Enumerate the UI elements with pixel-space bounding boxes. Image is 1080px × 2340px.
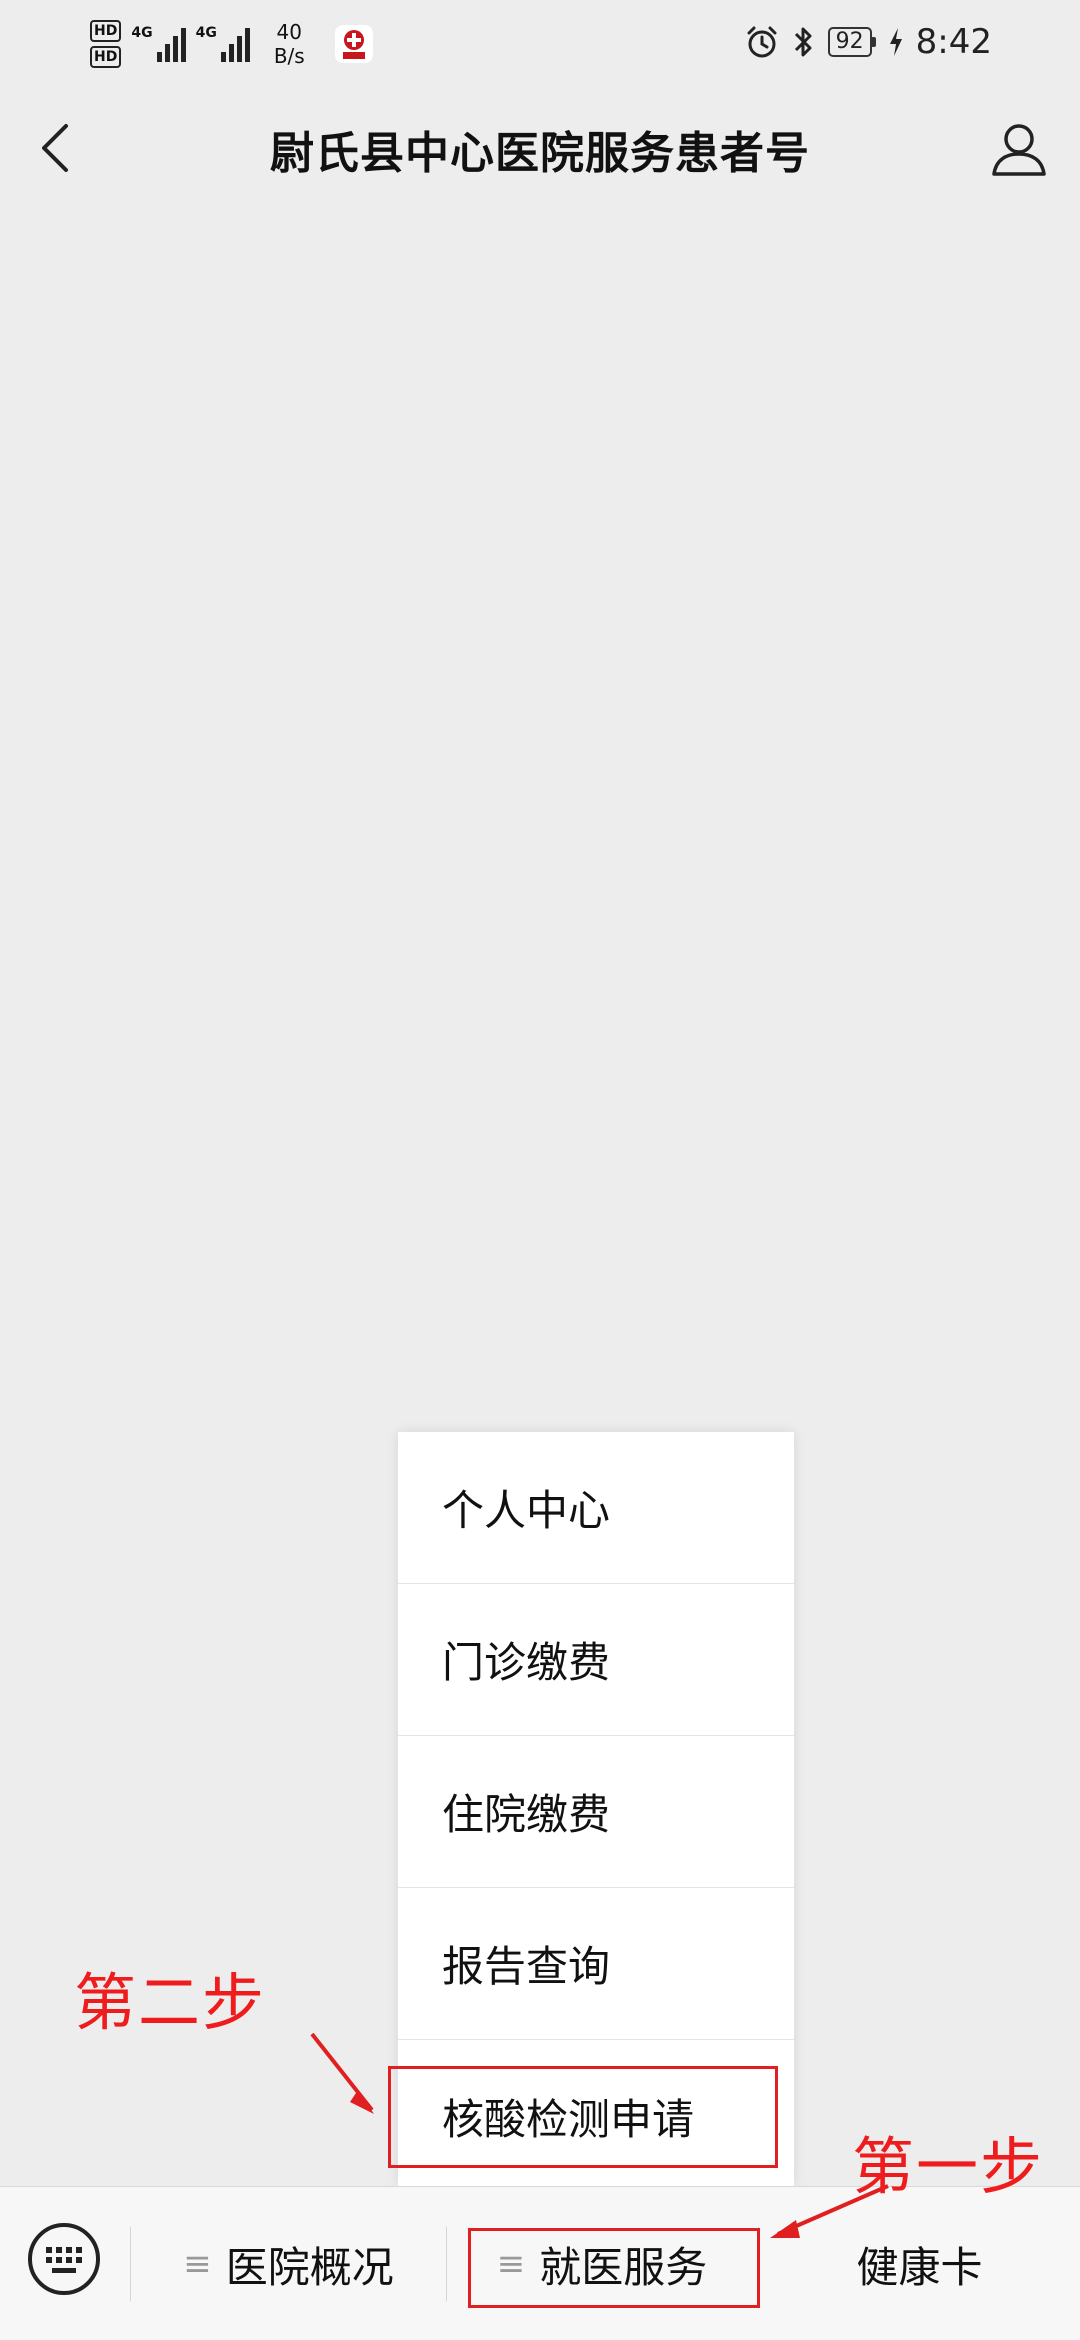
network-speed-unit: B/s bbox=[273, 44, 305, 68]
network-speed-value: 40 bbox=[276, 20, 302, 44]
arrow-step2 bbox=[310, 2032, 374, 2112]
menu-health-card[interactable]: 健康卡 bbox=[759, 2187, 1080, 2340]
menu-item-inpatient-payment[interactable]: 住院缴费 bbox=[398, 1736, 794, 1888]
network-speed: 40 B/s bbox=[274, 20, 305, 68]
menu-item-label: 住院缴费 bbox=[442, 1790, 611, 1839]
screen: HD HD 4G 4G 40 B/s 92 8:42 尉氏县中心医院服务患者号 … bbox=[0, 0, 1080, 2340]
menu-item-label: 个人中心 bbox=[442, 1486, 611, 1535]
annotation-step1-label: 第一步 bbox=[852, 2130, 1045, 2203]
signal-2: 4G bbox=[196, 26, 250, 62]
annotation-step2-label: 第二步 bbox=[74, 1966, 267, 2039]
chevron-left-icon bbox=[42, 124, 68, 172]
network-type-2: 4G bbox=[195, 25, 217, 41]
menu-item-personal-center[interactable]: 个人中心 bbox=[398, 1432, 794, 1584]
menu-hospital-overview[interactable]: ≡ 医院概况 bbox=[131, 2187, 446, 2340]
menu-item-outpatient-payment[interactable]: 门诊缴费 bbox=[398, 1584, 794, 1736]
back-button[interactable] bbox=[30, 116, 80, 180]
status-bar-right: 92 8:42 bbox=[744, 18, 992, 66]
menu-lines-icon: ≡ bbox=[183, 2244, 212, 2284]
user-icon bbox=[992, 124, 1046, 176]
signal-bars-icon bbox=[156, 26, 186, 62]
page-title: 尉氏县中心医院服务患者号 bbox=[270, 128, 810, 179]
hd-indicators: HD HD bbox=[90, 20, 122, 68]
menu-item-report-query[interactable]: 报告查询 bbox=[398, 1888, 794, 2040]
menu-label: 医院概况 bbox=[225, 2242, 394, 2292]
menu-item-label: 门诊缴费 bbox=[442, 1638, 611, 1687]
keyboard-icon bbox=[28, 2223, 100, 2295]
status-bar-left: HD HD 4G 4G 40 B/s bbox=[90, 14, 373, 74]
charging-icon bbox=[889, 28, 902, 56]
status-bar: HD HD 4G 4G 40 B/s 92 8:42 bbox=[0, 0, 1080, 84]
menu-label: 健康卡 bbox=[856, 2242, 983, 2292]
keyboard-toggle-button[interactable] bbox=[26, 2221, 102, 2297]
highlight-box-step2 bbox=[388, 2066, 778, 2168]
battery-tip bbox=[871, 37, 876, 47]
profile-button[interactable] bbox=[988, 118, 1050, 180]
hd-badge-1: HD bbox=[90, 20, 122, 42]
highlight-box-step1 bbox=[468, 2228, 760, 2308]
hd-badge-2: HD bbox=[90, 46, 122, 68]
menu-item-label: 报告查询 bbox=[442, 1942, 611, 1991]
alarm-icon bbox=[747, 26, 777, 58]
battery-level: 92 bbox=[827, 27, 872, 57]
arrow-step2-head bbox=[350, 2090, 374, 2114]
battery-indicator: 92 bbox=[827, 27, 876, 57]
network-type-1: 4G bbox=[131, 25, 153, 41]
nav-bar: 尉氏县中心医院服务患者号 bbox=[0, 84, 1080, 214]
bluetooth-icon bbox=[794, 27, 812, 57]
app-notification-icon bbox=[334, 25, 373, 63]
clock: 8:42 bbox=[915, 22, 992, 62]
signal-bars-icon bbox=[220, 26, 250, 62]
signal-1: 4G bbox=[131, 25, 186, 62]
